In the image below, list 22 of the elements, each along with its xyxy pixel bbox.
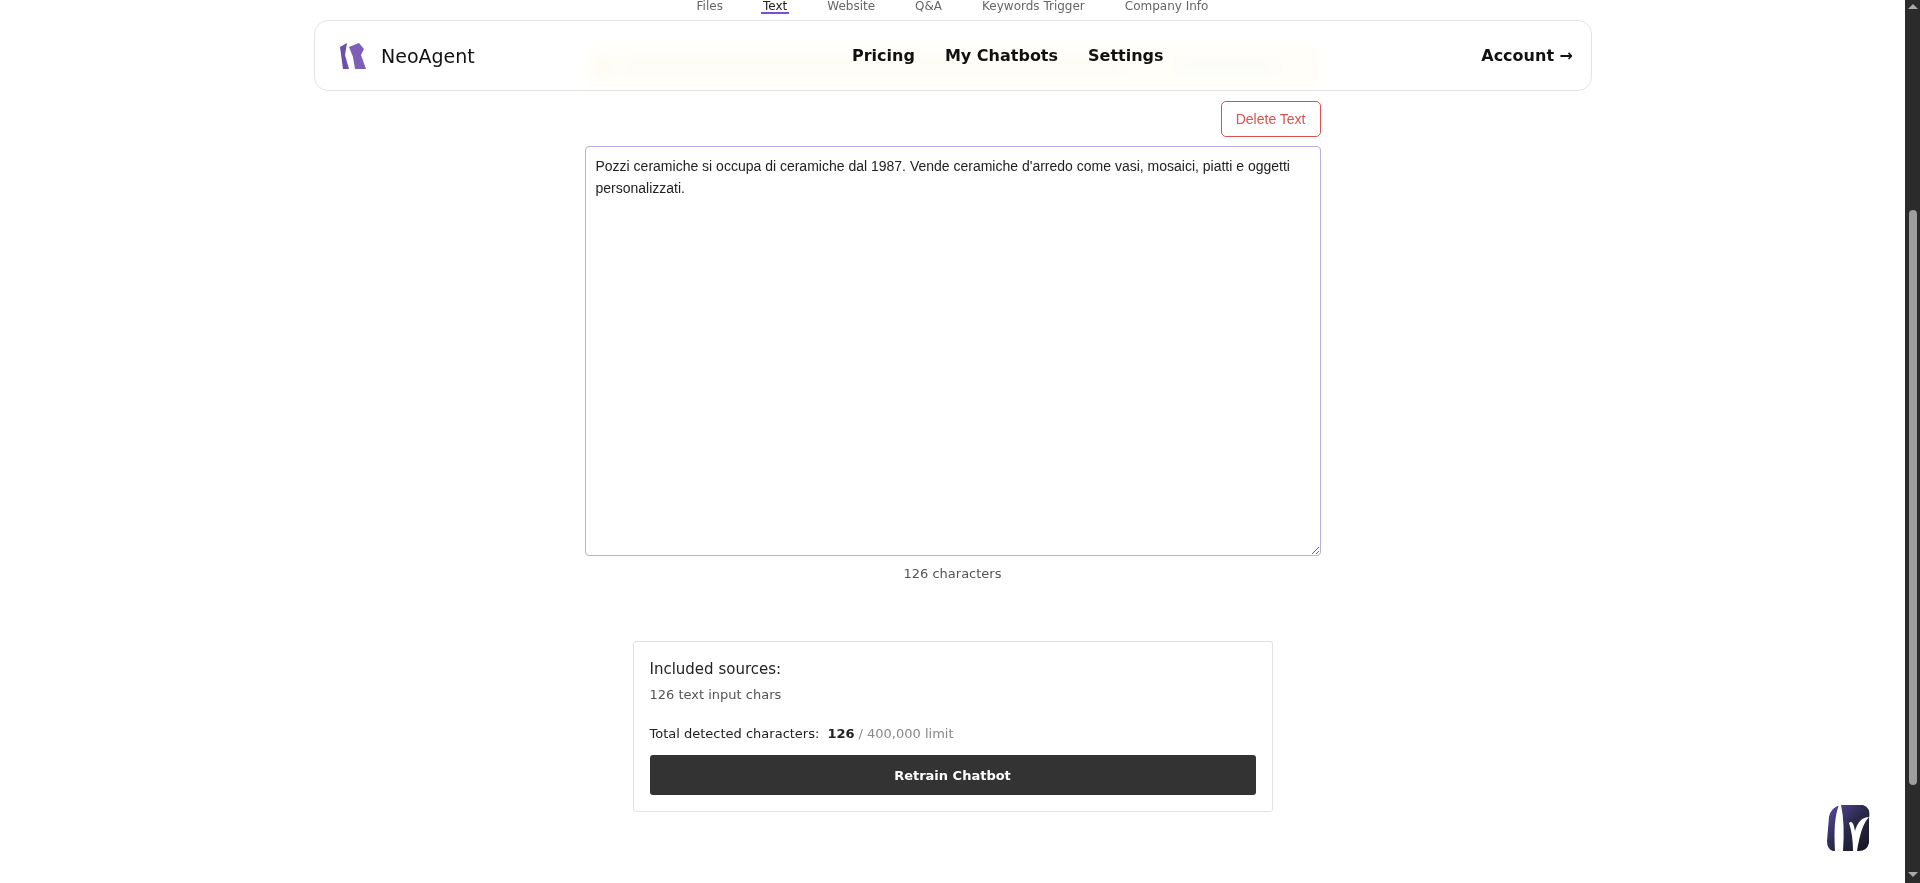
total-label: Total detected characters: xyxy=(649,726,820,741)
source-item: 126 text input chars xyxy=(649,687,783,702)
tab[interactable]: Text xyxy=(760,0,790,14)
delete-text-button[interactable]: Delete Text xyxy=(1220,101,1321,137)
panel-title: Included sources: xyxy=(649,660,783,678)
nav-link[interactable]: Settings xyxy=(1088,46,1164,65)
scrollbar[interactable] xyxy=(1905,0,1920,883)
brand-name[interactable]: NeoAgent xyxy=(381,44,475,67)
tab[interactable]: Q&A xyxy=(913,0,945,14)
tab[interactable]: Website xyxy=(825,0,878,14)
tab[interactable]: Files xyxy=(694,0,725,14)
nav-link[interactable]: Pricing xyxy=(852,46,915,65)
total-value: 126 xyxy=(827,726,855,741)
tab[interactable]: Keywords Trigger xyxy=(980,0,1087,14)
nav-link[interactable]: My Chatbots xyxy=(944,46,1059,65)
text-input-field[interactable]: Pozzi ceramiche si occupa di ceramiche dal 1987. Vende ceramiche d'arredo come vasi, mosaici, piatti e oggetti personalizzati. xyxy=(584,146,1321,556)
tab[interactable]: Company Info xyxy=(1122,0,1211,14)
retrain-button[interactable]: Retrain Chatbot xyxy=(649,755,1256,795)
character-count: 126 characters xyxy=(902,566,1003,581)
total-limit: / 400,000 limit xyxy=(858,726,954,741)
logo-icon xyxy=(337,40,367,71)
account-link[interactable]: Account → xyxy=(1481,46,1573,65)
